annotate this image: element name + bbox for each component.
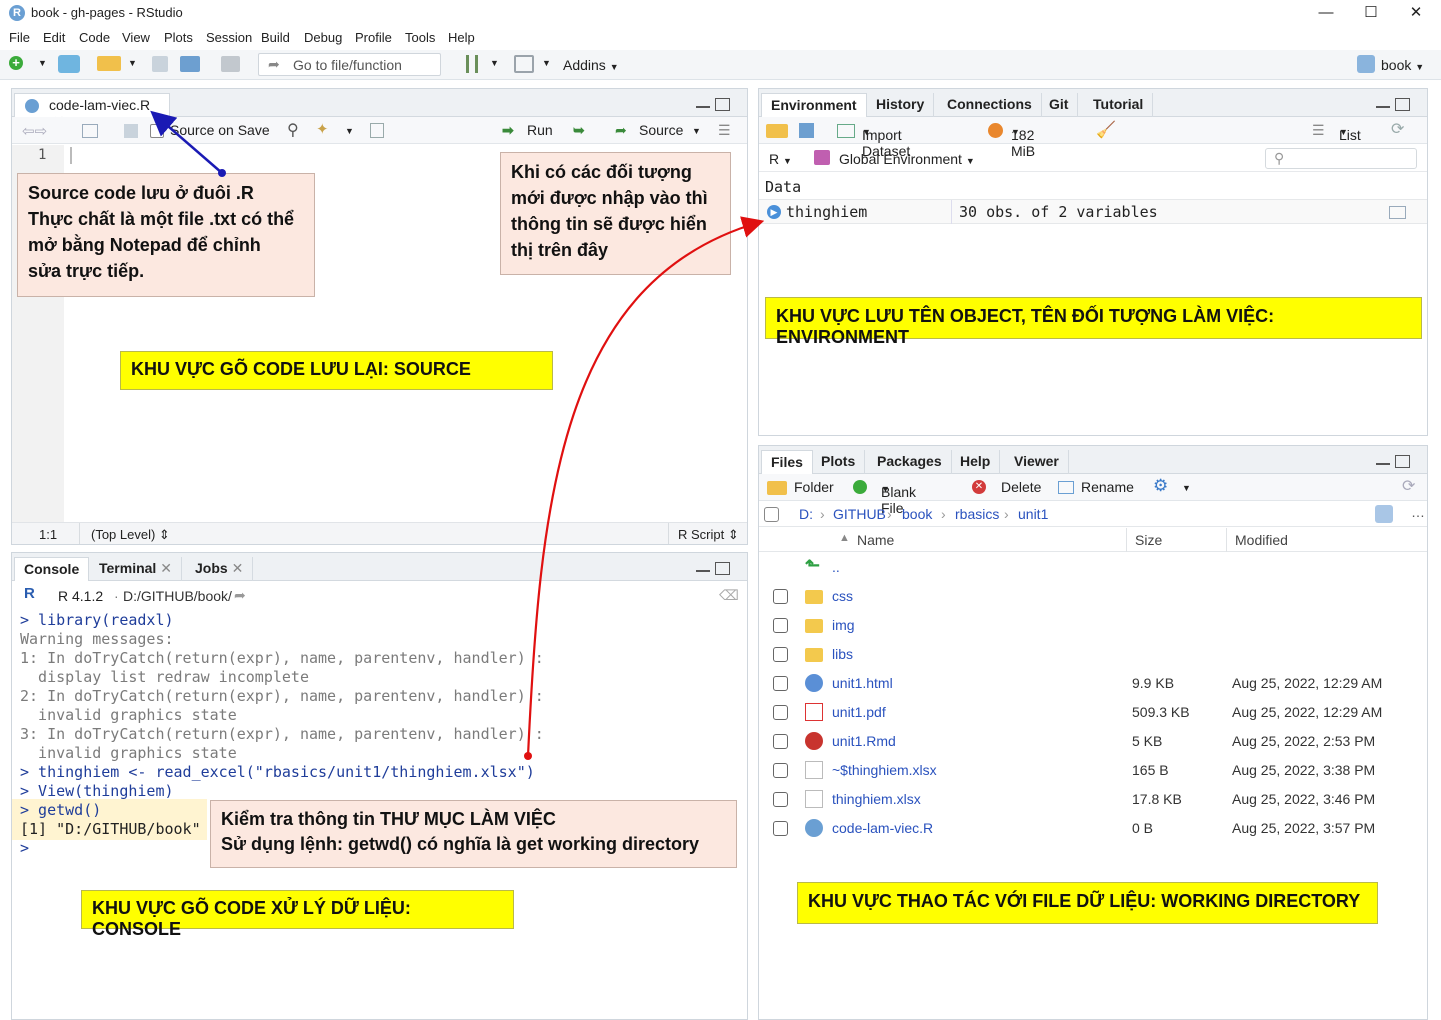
env-arrow [526, 216, 765, 757]
source-arrow [150, 110, 223, 174]
env-arrow-dot [524, 752, 532, 760]
source-arrow-dot [218, 169, 226, 177]
annotation-arrows [150, 110, 765, 760]
